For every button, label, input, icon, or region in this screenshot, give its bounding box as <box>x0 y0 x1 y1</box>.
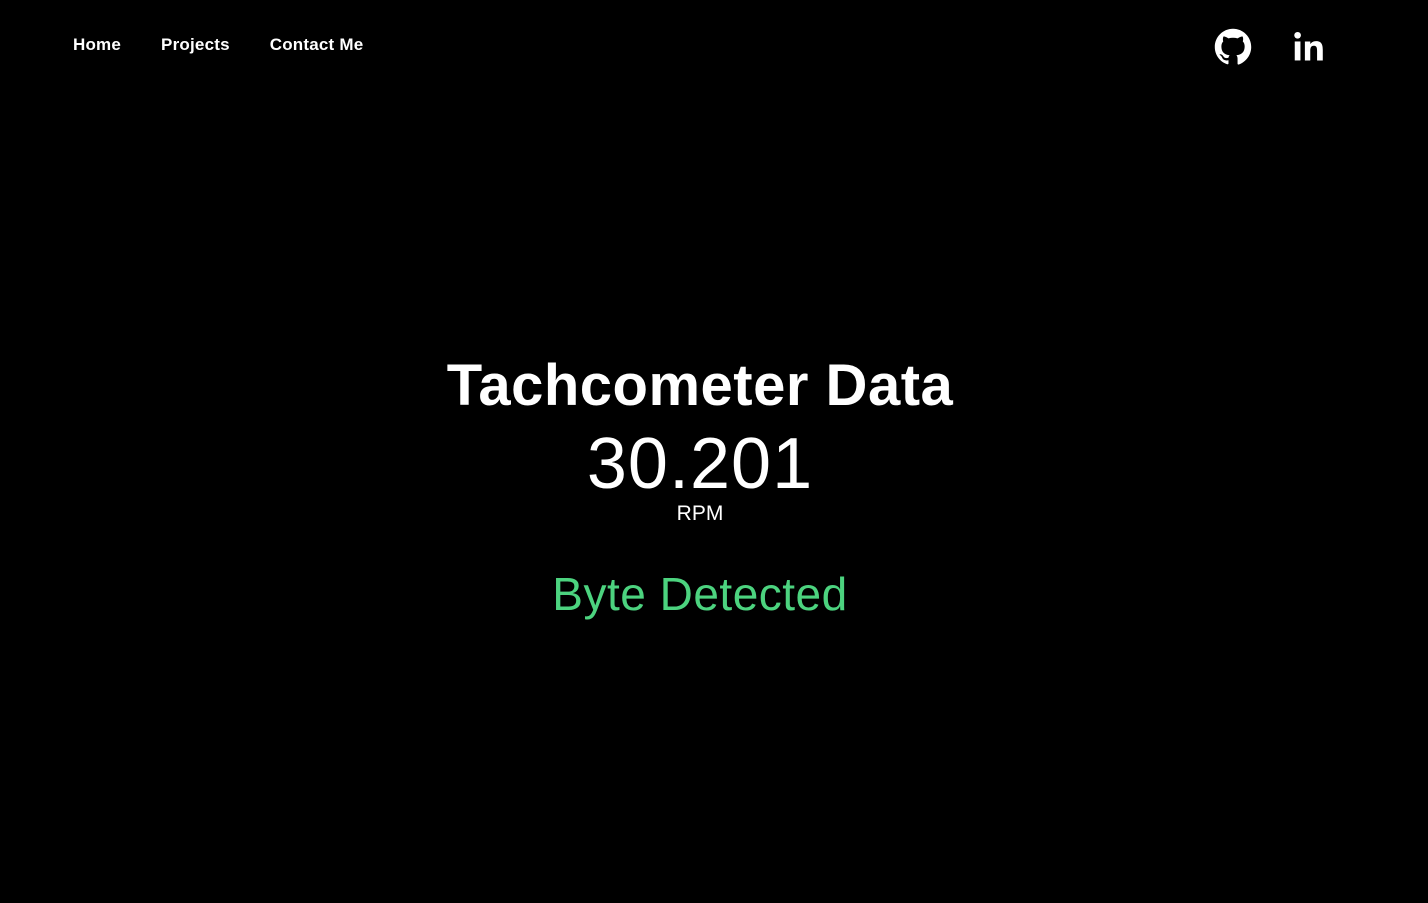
rpm-value: 30.201 <box>586 424 814 504</box>
status-text: Byte Detected <box>552 568 848 620</box>
github-link[interactable] <box>1214 28 1252 66</box>
nav-links: Home Projects Contact Me <box>73 33 363 57</box>
linkedin-link[interactable] <box>1290 28 1328 66</box>
github-icon <box>1214 28 1252 65</box>
top-nav: Home Projects Contact Me <box>0 0 1428 92</box>
rpm-unit-label: RPM <box>676 502 724 525</box>
page: Home Projects Contact Me Tachcometer Dat… <box>0 0 1428 903</box>
nav-link-projects[interactable]: Projects <box>161 33 230 57</box>
social-links <box>1176 28 1328 66</box>
nav-link-contact[interactable]: Contact Me <box>270 33 364 57</box>
tachometer-panel: Tachcometer Data 30.201 RPM Byte Detecte… <box>0 350 1400 622</box>
page-title: Tachcometer Data <box>446 353 954 418</box>
linkedin-icon <box>1294 31 1323 61</box>
nav-link-home[interactable]: Home <box>73 33 121 57</box>
